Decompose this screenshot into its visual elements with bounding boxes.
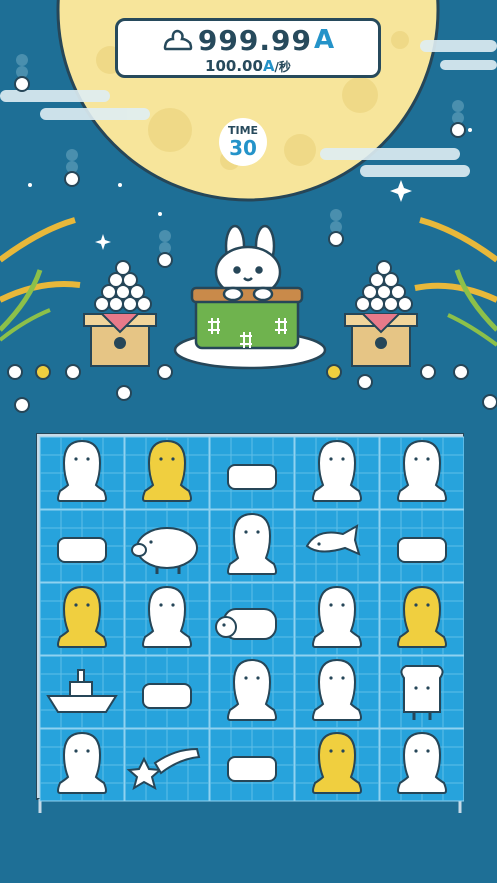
mochi-piece[interactable] [227, 464, 277, 490]
board-cell[interactable] [209, 509, 295, 583]
board-cell[interactable] [379, 728, 464, 802]
board-cell[interactable] [39, 509, 125, 583]
board-cell[interactable] [379, 436, 464, 510]
board-cell[interactable] [39, 655, 125, 729]
toast-man-piece[interactable] [400, 665, 444, 720]
rate-per: /秒 [274, 60, 291, 74]
board-cell[interactable] [124, 728, 210, 802]
score-unit: A [313, 25, 335, 55]
income-rate: 100.00A/秒 [118, 57, 378, 75]
board-cell[interactable] [39, 436, 125, 510]
score-value: 999.99 [197, 23, 312, 57]
dango-offering-right [344, 260, 418, 367]
board-cell[interactable] [124, 655, 210, 729]
board-cell[interactable] [294, 582, 380, 656]
board-cell[interactable] [124, 436, 210, 510]
board-cell[interactable] [379, 509, 464, 583]
mochi-piece[interactable] [397, 537, 447, 563]
score-row: 999.99 A [118, 23, 378, 57]
board-cell[interactable] [294, 436, 380, 510]
timer-badge: TIME 30 [219, 118, 267, 166]
board-cell[interactable] [294, 728, 380, 802]
rabbit-on-kotatsu [173, 224, 327, 370]
board-cell[interactable] [124, 582, 210, 656]
game-scene: 999.99 A 100.00A/秒 TIME 30 [0, 0, 497, 883]
score-panel: 999.99 A 100.00A/秒 [115, 18, 381, 78]
timer-value: 30 [229, 136, 257, 160]
mochi-piece[interactable] [142, 683, 192, 709]
board-cell[interactable] [294, 655, 380, 729]
mochi-piece[interactable] [227, 756, 277, 782]
ground-dango [7, 364, 497, 413]
board-cell[interactable] [379, 655, 464, 729]
board-cell[interactable] [379, 582, 464, 656]
board-cell[interactable] [294, 509, 380, 583]
pampas-grass-right [414, 217, 497, 347]
board-cell[interactable] [39, 728, 125, 802]
board-cell[interactable] [209, 582, 295, 656]
rate-value: 100.00 [205, 57, 263, 75]
pampas-grass-left [0, 217, 81, 342]
dango-offering-left [83, 260, 157, 367]
board-cell[interactable] [209, 655, 295, 729]
mochi-piece[interactable] [57, 537, 107, 563]
board-cell[interactable] [124, 509, 210, 583]
board-cell[interactable] [39, 582, 125, 656]
board-cell[interactable] [209, 728, 295, 802]
game-board[interactable] [36, 433, 464, 813]
mochi-stack-icon [163, 29, 193, 51]
rate-unit: A [262, 57, 275, 75]
board-cell[interactable] [209, 436, 295, 510]
